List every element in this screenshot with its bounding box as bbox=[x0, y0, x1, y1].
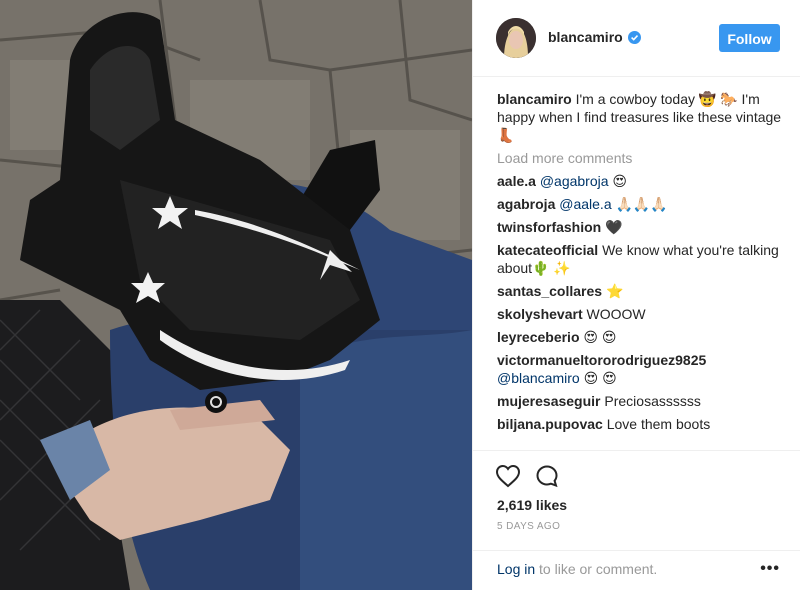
comment-item: aale.a @agabroja 😍 bbox=[497, 172, 787, 190]
post-photo[interactable] bbox=[0, 0, 472, 590]
comment-username[interactable]: twinsforfashion bbox=[497, 219, 601, 235]
login-prompt-rest: to like or comment. bbox=[535, 561, 658, 577]
comment-item: twinsforfashion 🖤 bbox=[497, 218, 787, 236]
post-actions: 2,619 likes 5 DAYS AGO Log in to like or… bbox=[473, 450, 800, 590]
avatar[interactable] bbox=[496, 18, 536, 58]
comment-username[interactable]: leyreceberio bbox=[497, 329, 580, 345]
more-options-icon[interactable]: ••• bbox=[760, 560, 780, 578]
header-username-text[interactable]: blancamiro bbox=[548, 29, 623, 45]
comment-username[interactable]: santas_collares bbox=[497, 283, 602, 299]
comment-item: mujeresaseguir Preciosassssss bbox=[497, 392, 787, 410]
login-link[interactable]: Log in bbox=[497, 561, 535, 577]
comment-item: leyreceberio 😍 😍 bbox=[497, 328, 787, 346]
comment-username[interactable]: katecateofficial bbox=[497, 242, 598, 258]
comment-item: victormanueltororodriguez9825 @blancamir… bbox=[497, 351, 787, 387]
comment-mention[interactable]: @blancamiro bbox=[497, 370, 580, 386]
post-timestamp[interactable]: 5 DAYS AGO bbox=[497, 521, 560, 532]
comment-text: WOOOW bbox=[586, 306, 646, 322]
likes-count[interactable]: 2,619 likes bbox=[497, 497, 567, 513]
boots-photo-illustration bbox=[0, 0, 472, 590]
comment-item: biljana.pupovac Love them boots bbox=[497, 415, 787, 433]
comment-text: Preciosassssss bbox=[604, 393, 701, 409]
login-prompt: Log in to like or comment. bbox=[497, 561, 657, 577]
comment-text: ⭐ bbox=[605, 283, 624, 299]
comment-list: aale.a @agabroja 😍 agabroja @aale.a 🙏🏻🙏🏻🙏… bbox=[497, 172, 787, 433]
comment-icon[interactable] bbox=[535, 464, 559, 488]
comment-item: santas_collares ⭐ bbox=[497, 282, 787, 300]
comment-username[interactable]: agabroja bbox=[497, 196, 555, 212]
load-more-comments-link[interactable]: Load more comments bbox=[497, 149, 787, 167]
header-username[interactable]: blancamiro bbox=[548, 29, 641, 45]
comment-username[interactable]: skolyshevart bbox=[497, 306, 583, 322]
comment-mention[interactable]: @agabroja bbox=[540, 173, 609, 189]
post-header: blancamiro Follow bbox=[473, 0, 800, 77]
comment-username[interactable]: aale.a bbox=[497, 173, 536, 189]
comments-section: blancamiro I'm a cowboy today 🤠 🐎 I'm ha… bbox=[497, 90, 787, 438]
verified-badge-icon bbox=[627, 30, 641, 44]
comment-item: katecateofficial We know what you're tal… bbox=[497, 241, 787, 277]
comment-username[interactable]: mujeresaseguir bbox=[497, 393, 601, 409]
comment-text: Love them boots bbox=[606, 416, 711, 432]
comment-mention[interactable]: @aale.a bbox=[559, 196, 611, 212]
follow-button[interactable]: Follow bbox=[719, 24, 780, 52]
comment-text: 😍 bbox=[612, 173, 628, 189]
caption-username[interactable]: blancamiro bbox=[497, 91, 572, 107]
comment-text: 😍 😍 bbox=[583, 370, 617, 386]
comment-username[interactable]: victormanueltororodriguez9825 bbox=[497, 352, 706, 368]
post-side-panel: blancamiro Follow blancamiro I'm a cowbo… bbox=[472, 0, 800, 590]
comment-username[interactable]: biljana.pupovac bbox=[497, 416, 603, 432]
post-caption: blancamiro I'm a cowboy today 🤠 🐎 I'm ha… bbox=[497, 90, 787, 144]
comment-text: 🖤 bbox=[605, 219, 623, 235]
login-bar: Log in to like or comment. ••• bbox=[473, 550, 800, 591]
instagram-post: blancamiro Follow blancamiro I'm a cowbo… bbox=[0, 0, 800, 590]
heart-icon[interactable] bbox=[495, 464, 521, 488]
action-icons bbox=[495, 464, 559, 488]
comment-text: 🙏🏻🙏🏻🙏🏻 bbox=[615, 196, 668, 212]
comment-item: agabroja @aale.a 🙏🏻🙏🏻🙏🏻 bbox=[497, 195, 787, 213]
comment-item: skolyshevart WOOOW bbox=[497, 305, 787, 323]
comment-text: 😍 😍 bbox=[583, 329, 617, 345]
